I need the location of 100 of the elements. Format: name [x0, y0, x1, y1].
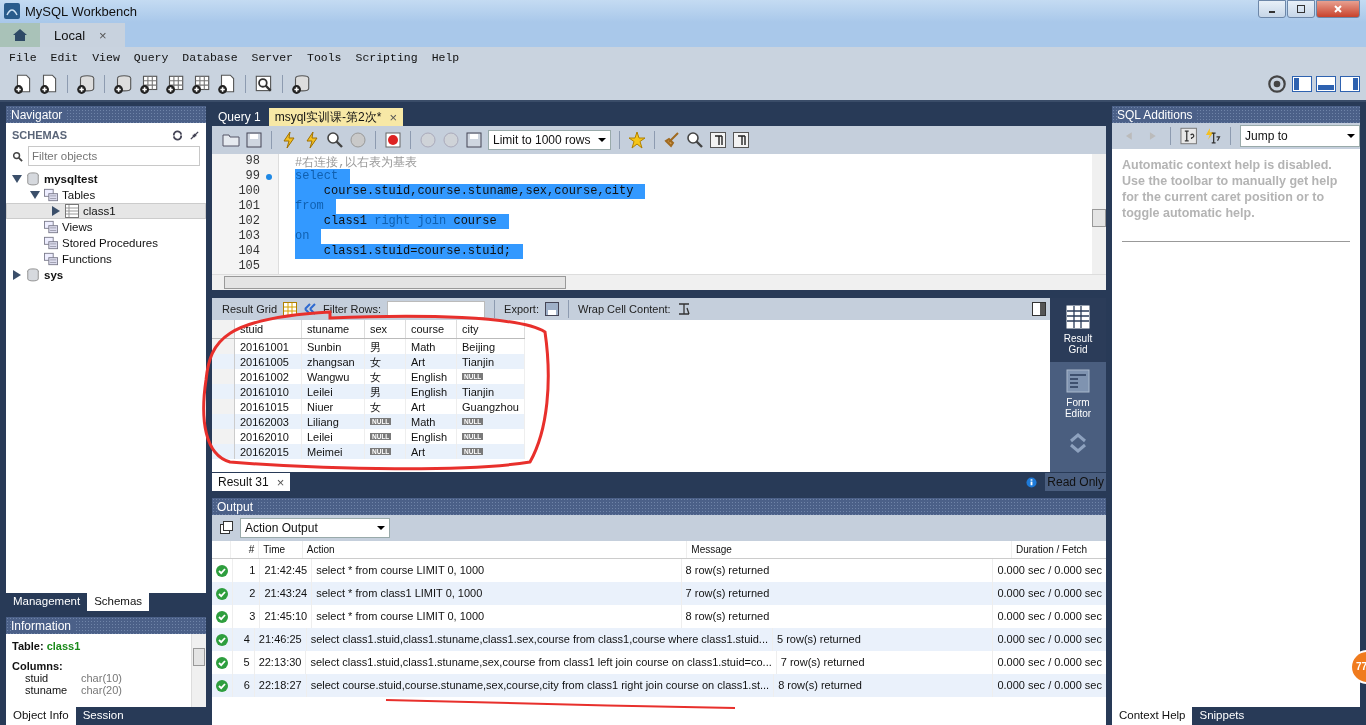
star-icon[interactable]	[628, 131, 646, 149]
save-icon[interactable]	[245, 131, 263, 149]
tab-close[interactable]: ×	[389, 109, 397, 125]
table-cell: Meimei	[307, 445, 343, 458]
tree-item[interactable]: mysqltest	[6, 171, 206, 187]
grid-icon	[1066, 305, 1090, 329]
tree-item[interactable]: Functions	[6, 251, 206, 267]
close-button[interactable]	[1316, 0, 1360, 18]
menu-item[interactable]: Help	[426, 51, 469, 64]
tree-item[interactable]: Views	[6, 219, 206, 235]
chevron-icon[interactable]	[1068, 430, 1088, 456]
table-cell: select * from class1 LIMIT 0, 1000	[312, 582, 682, 605]
filter-rows-field[interactable]	[387, 300, 486, 318]
result-tab[interactable]: Result 31 ×	[212, 473, 291, 491]
folder-icon[interactable]	[222, 131, 240, 149]
table-plus-icon[interactable]	[138, 73, 160, 95]
column-header[interactable]: Duration / Fetch	[1011, 541, 1106, 558]
view-button[interactable]: Result Grid	[1050, 298, 1106, 362]
tree-item[interactable]: Stored Procedures	[6, 235, 206, 251]
lightning-icon[interactable]	[280, 131, 298, 149]
output-dropdown[interactable]: Action Output	[240, 518, 390, 538]
table-cell-text: 0.000 sec / 0.000 sec	[996, 609, 1103, 624]
menu-item[interactable]: Database	[177, 51, 247, 64]
menu-item[interactable]: Scripting	[350, 51, 427, 64]
search-icon[interactable]	[686, 131, 704, 149]
limit-dropdown[interactable]: Limit to 1000 rows	[488, 130, 611, 150]
panel-tab[interactable]: Snippets	[1192, 707, 1252, 725]
table-cell: English	[411, 385, 448, 398]
column-header[interactable]: Message	[687, 541, 1012, 558]
stop-icon[interactable]	[384, 131, 402, 149]
expander-icon[interactable]	[51, 206, 61, 216]
panel-tab[interactable]: Schemas	[87, 593, 150, 611]
folder-icon	[44, 188, 58, 202]
layout-left-icon[interactable]	[1292, 76, 1312, 92]
column-header[interactable]: sex	[364, 320, 406, 339]
menu-item[interactable]: View	[87, 51, 129, 64]
query-tab[interactable]: msyql实训课-第2次* ×	[268, 108, 403, 126]
jump-to-dropdown[interactable]: Jump to	[1240, 125, 1360, 147]
panel-tab[interactable]: Management	[6, 593, 88, 611]
query-tab[interactable]: Query 1	[212, 108, 267, 126]
table-cell: select course.stuid,course.stuname,sex,course,city from class1 right join course on class1.st...	[306, 674, 775, 697]
tree-item[interactable]: sys	[6, 267, 206, 283]
layout-right-icon[interactable]	[1340, 76, 1360, 92]
menu-item[interactable]: Query	[128, 51, 178, 64]
broom-icon[interactable]	[663, 131, 681, 149]
help-icon[interactable]	[1180, 127, 1198, 145]
menu-item[interactable]: Tools	[302, 51, 351, 64]
expander-icon[interactable]	[12, 270, 22, 280]
auto-help-icon[interactable]	[1203, 127, 1222, 145]
table-cell: 女	[370, 370, 381, 383]
table-cell: Beijing	[462, 340, 496, 353]
expander-icon[interactable]	[12, 174, 22, 184]
minimize-button[interactable]	[1258, 0, 1286, 18]
column-header[interactable]: Action	[302, 541, 688, 558]
tree-item[interactable]: class1	[6, 203, 206, 219]
copy-icon[interactable]	[220, 521, 234, 535]
connection-tab[interactable]: Local ×	[40, 23, 125, 47]
code-line: #右连接,以右表为基表	[295, 155, 419, 169]
tab-close[interactable]: ×	[276, 474, 285, 490]
export-icon[interactable]	[544, 302, 559, 316]
column-header[interactable]: #	[231, 541, 260, 558]
column-header[interactable]: course	[405, 320, 457, 339]
collapse-icon[interactable]	[189, 129, 200, 141]
search-icon	[12, 150, 23, 162]
folder-icon	[44, 220, 58, 234]
column-header[interactable]: Time	[259, 541, 303, 558]
info-icon	[1026, 476, 1038, 488]
table-cell: Tianjin	[462, 385, 494, 398]
panel-tab[interactable]: Object Info	[6, 707, 76, 725]
panel-toggle-icon[interactable]	[1032, 302, 1046, 316]
line-number: 104	[212, 244, 260, 259]
success-icon	[216, 656, 228, 669]
tree-item[interactable]: Tables	[6, 187, 206, 203]
panel-tab[interactable]: Session	[75, 707, 131, 725]
home-tab[interactable]	[0, 23, 40, 47]
menu-item[interactable]: Edit	[45, 51, 88, 64]
line-number: 100	[212, 184, 260, 199]
table-icon[interactable]	[283, 302, 298, 316]
panel-tab[interactable]: Context Help	[1112, 707, 1193, 725]
expander-icon[interactable]	[30, 190, 40, 200]
table-cell: Art	[411, 355, 426, 368]
scrollbar[interactable]	[212, 274, 1106, 290]
scrollbar[interactable]	[191, 634, 206, 707]
paragraph-icon[interactable]	[709, 131, 727, 149]
filter-field[interactable]: Filter objects	[28, 146, 200, 166]
success-icon	[216, 633, 228, 646]
table-cell: Math	[411, 415, 436, 428]
tab-close[interactable]: ×	[99, 27, 107, 43]
column-header[interactable]: stuname	[301, 320, 365, 339]
database-plus-icon[interactable]	[112, 73, 134, 95]
menu-item[interactable]: File	[4, 51, 46, 64]
column-header[interactable]: city	[456, 320, 525, 339]
folder-icon	[44, 252, 58, 266]
menu-item[interactable]: Server	[246, 51, 302, 64]
line-number: 99	[212, 169, 260, 184]
maximize-button[interactable]	[1287, 0, 1315, 18]
table-cell: Niuer	[307, 400, 334, 413]
table-cell: 21:43:24	[260, 582, 313, 605]
scrollbar[interactable]	[1092, 154, 1106, 274]
layout-bottom-icon[interactable]	[1316, 76, 1336, 92]
